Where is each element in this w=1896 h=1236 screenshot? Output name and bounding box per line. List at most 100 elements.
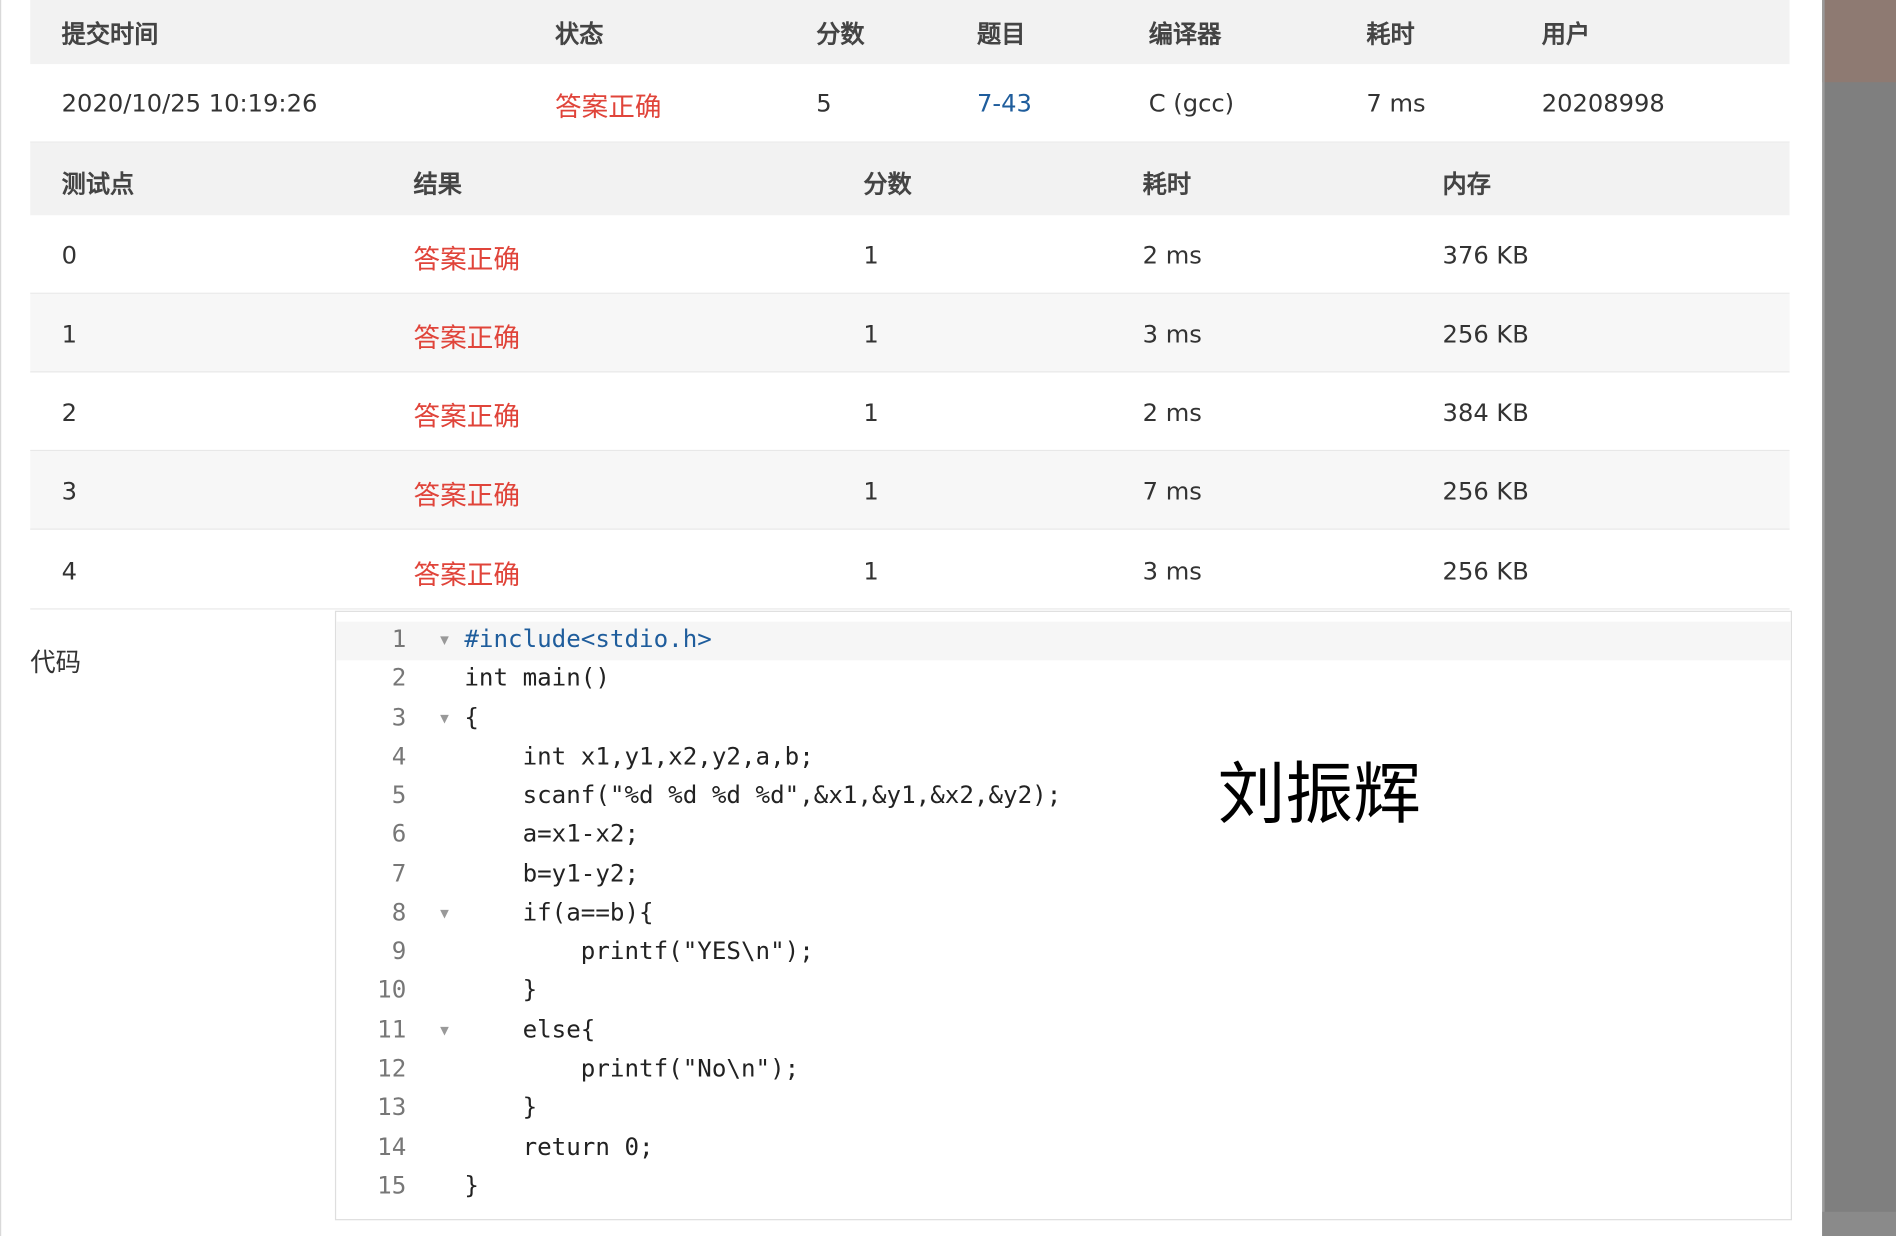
- testcase-score: 1: [863, 319, 879, 349]
- page: 提交时间 状态 分数 题目 编译器 耗时 用户 2020/10/25 10:19…: [0, 0, 1896, 1236]
- code-text: a=x1-x2;: [464, 818, 640, 848]
- side-panel-top: [1822, 0, 1896, 83]
- code-text: {: [464, 702, 479, 732]
- table-row: 0 答案正确 1 2 ms 376 KB: [30, 215, 1790, 294]
- code-line: 4 int x1,y1,x2,y2,a,b;: [336, 741, 1791, 780]
- code-text: return 0;: [464, 1131, 654, 1162]
- code-line: 10 }: [336, 975, 1791, 1014]
- submit-time: 2020/10/25 10:19:26: [61, 88, 318, 118]
- code-text: if(a==b){: [464, 897, 654, 927]
- header-compiler: 编译器: [1148, 19, 1222, 49]
- testcase-id: 0: [61, 240, 78, 270]
- testcase-result: 答案正确: [413, 481, 520, 512]
- line-number: 15: [377, 1170, 407, 1200]
- code-label: 代码: [30, 648, 82, 678]
- testcase-time: 7 ms: [1142, 476, 1202, 506]
- testcase-memory: 256 KB: [1442, 556, 1529, 586]
- submission-header-row: 提交时间 状态 分数 题目 编译器 耗时 用户: [30, 0, 1790, 65]
- submission-duration: 7 ms: [1366, 88, 1426, 118]
- testcase-id: 2: [61, 397, 78, 427]
- header-testcase: 测试点: [61, 169, 135, 199]
- header-memory: 内存: [1442, 169, 1491, 199]
- line-number: 4: [391, 741, 407, 771]
- testcase-id: 1: [61, 319, 78, 349]
- side-panel: [1822, 0, 1896, 1236]
- testcase-result: 答案正确: [413, 324, 520, 355]
- code-line: 2 int main(): [336, 663, 1791, 702]
- code-line: 12 printf("No\n");: [336, 1053, 1791, 1092]
- code-line: 5 scanf("%d %d %d %d",&x1,&y1,&x2,&y2);: [336, 780, 1791, 819]
- line-number: 7: [391, 858, 407, 888]
- code-line: 14 return 0;: [336, 1132, 1791, 1171]
- testcase-score: 1: [863, 476, 879, 506]
- fold-arrow-icon[interactable]: ▼: [440, 905, 449, 922]
- testcase-header-row: 测试点 结果 分数 耗时 内存: [30, 142, 1790, 216]
- header-problem: 题目: [977, 19, 1026, 49]
- line-number: 6: [391, 818, 407, 848]
- testcase-result: 答案正确: [413, 245, 520, 276]
- testcase-score: 1: [863, 556, 879, 586]
- fold-arrow-icon[interactable]: ▼: [440, 1022, 449, 1039]
- submission-score: 5: [816, 88, 832, 118]
- code-line: 9 printf("YES\n");: [336, 936, 1791, 975]
- fold-arrow-icon[interactable]: ▼: [440, 710, 449, 727]
- testcase-memory: 376 KB: [1442, 240, 1529, 270]
- testcase-memory: 256 KB: [1442, 319, 1529, 349]
- code-line: 15 }: [336, 1171, 1791, 1210]
- side-panel-edge: [1822, 0, 1825, 1236]
- left-border: [0, 0, 2, 1236]
- line-number: 11: [377, 1014, 407, 1044]
- header-tc-score: 分数: [863, 169, 912, 199]
- header-result: 结果: [413, 169, 462, 199]
- code-text: printf("YES\n");: [464, 936, 814, 966]
- code-text: int main(): [464, 662, 610, 692]
- line-number: 13: [377, 1092, 407, 1122]
- testcase-memory: 384 KB: [1442, 397, 1529, 427]
- code-text: int x1,y1,x2,y2,a,b;: [464, 741, 814, 771]
- code-line: 13 }: [336, 1092, 1791, 1131]
- submission-status[interactable]: 答案正确: [555, 86, 661, 125]
- code-editor[interactable]: 1 ▼ #include<stdio.h> 2 int main() 3 ▼ {…: [334, 610, 1793, 1221]
- code-line: 11 ▼ else{: [336, 1015, 1791, 1054]
- fold-arrow-icon[interactable]: ▼: [440, 631, 449, 648]
- testcase-memory: 256 KB: [1442, 476, 1529, 506]
- table-row: 2 答案正确 1 2 ms 384 KB: [30, 372, 1790, 452]
- testcase-time: 2 ms: [1142, 240, 1202, 270]
- code-text: printf("No\n");: [464, 1053, 800, 1083]
- code-text: #include<stdio.h>: [464, 624, 712, 654]
- header-tc-time: 耗时: [1142, 169, 1192, 199]
- problem-link[interactable]: 7-43: [977, 88, 1032, 117]
- compiler: C (gcc): [1148, 88, 1235, 118]
- header-duration: 耗时: [1366, 19, 1415, 49]
- submission-user: 20208998: [1541, 88, 1665, 118]
- testcase-result: 答案正确: [413, 561, 520, 592]
- code-text: }: [464, 974, 538, 1004]
- code-text: }: [464, 1170, 479, 1200]
- testcase-time: 3 ms: [1142, 319, 1202, 349]
- line-number: 5: [391, 780, 407, 810]
- code-line: 1 ▼ #include<stdio.h>: [336, 624, 1791, 663]
- line-number: 2: [391, 662, 407, 692]
- line-number: 14: [377, 1131, 407, 1162]
- line-number: 3: [391, 702, 407, 732]
- line-number: 10: [377, 974, 407, 1004]
- code-text: b=y1-y2;: [464, 858, 640, 888]
- submission-row: 2020/10/25 10:19:26 答案正确 5 7-43 C (gcc) …: [30, 64, 1790, 143]
- code-line: 8 ▼ if(a==b){: [336, 897, 1791, 936]
- line-number: 12: [377, 1053, 407, 1083]
- testcase-result: 答案正确: [413, 402, 520, 433]
- side-panel-bottom: [1822, 1211, 1896, 1236]
- header-score: 分数: [816, 19, 865, 49]
- header-status: 状态: [555, 19, 604, 49]
- testcase-score: 1: [863, 397, 879, 427]
- code-line: 3 ▼ {: [336, 703, 1791, 742]
- testcase-time: 3 ms: [1142, 556, 1202, 586]
- line-number: 1: [391, 624, 407, 654]
- testcase-id: 4: [61, 556, 78, 586]
- testcase-id: 3: [61, 476, 78, 506]
- testcase-score: 1: [863, 240, 879, 270]
- table-row: 4 答案正确 1 3 ms 256 KB: [30, 530, 1790, 610]
- table-row: 3 答案正确 1 7 ms 256 KB: [30, 451, 1790, 530]
- header-user: 用户: [1541, 19, 1591, 49]
- testcase-time: 2 ms: [1142, 397, 1202, 427]
